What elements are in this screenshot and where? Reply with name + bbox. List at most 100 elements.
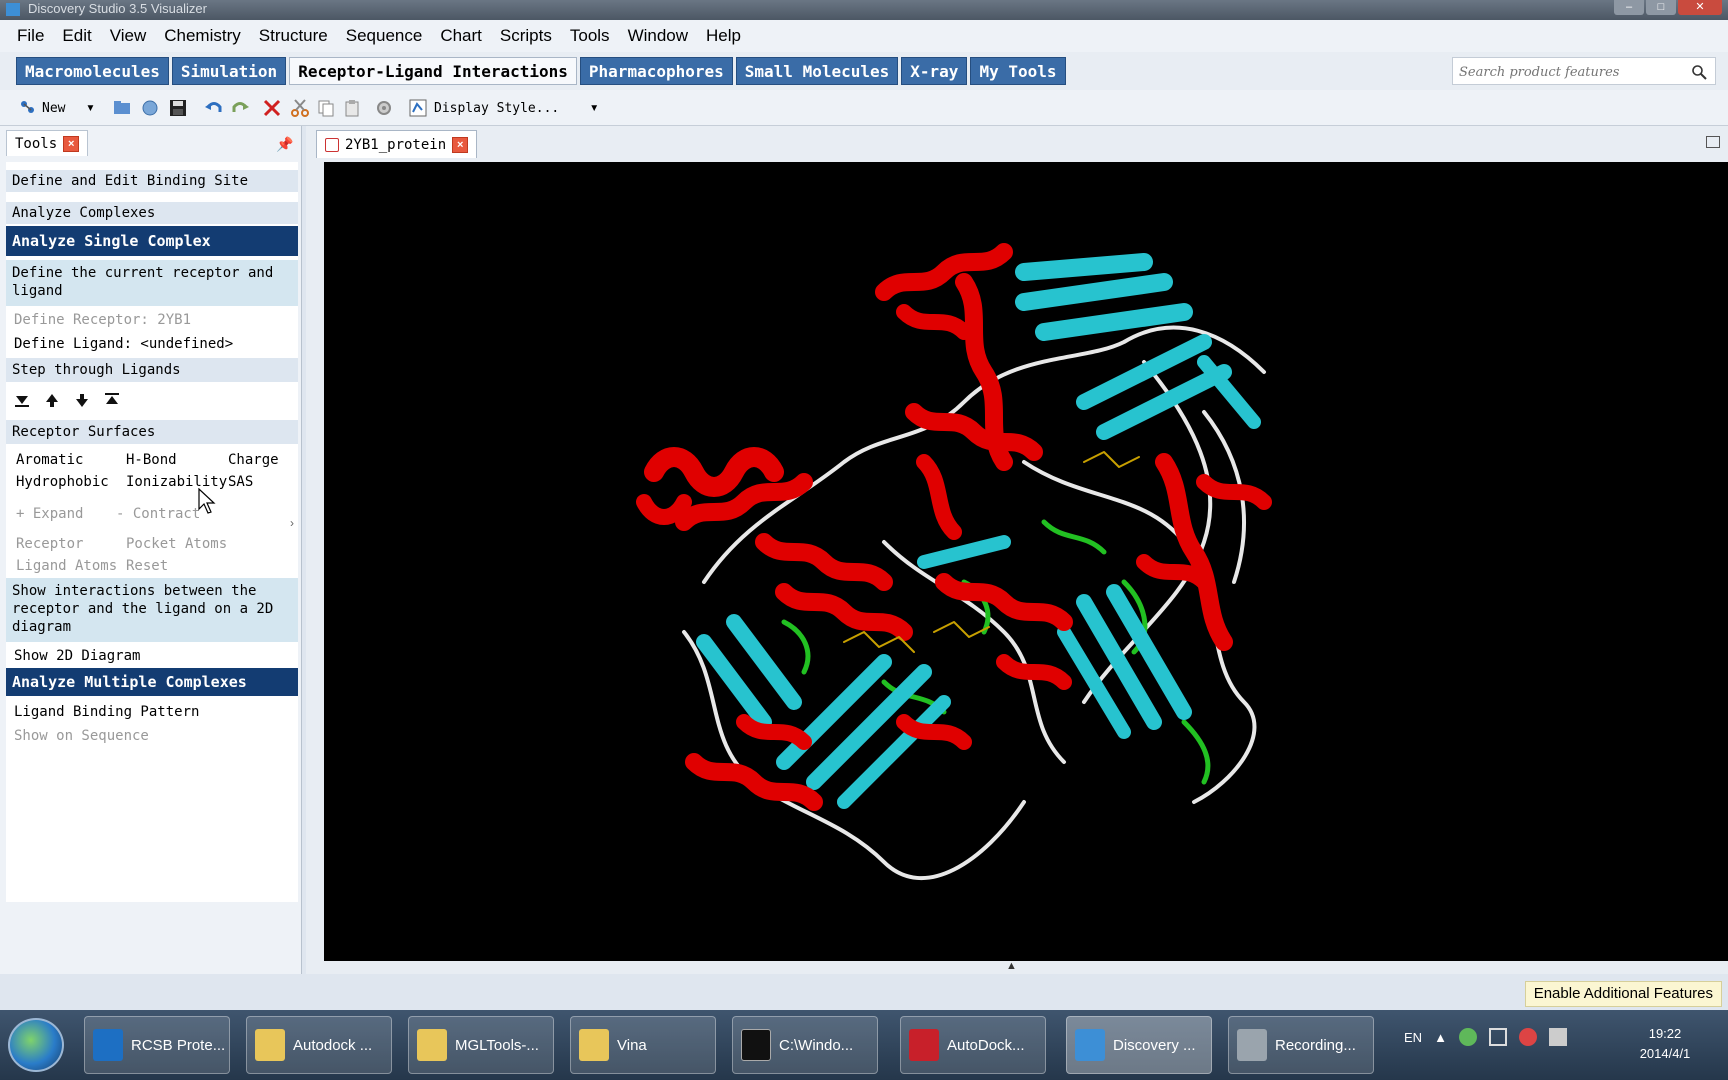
notification-icon[interactable] — [1518, 1028, 1537, 1046]
menu-tools[interactable]: Tools — [561, 20, 619, 52]
menu-structure[interactable]: Structure — [250, 20, 337, 52]
show-2d-diagram-link[interactable]: Show 2D Diagram — [14, 648, 140, 664]
menu-chart[interactable]: Chart — [431, 20, 491, 52]
taskbar-item-rcsb[interactable]: RCSB Prote... — [84, 1016, 230, 1074]
surface-h-bond[interactable]: H-Bond — [126, 452, 177, 468]
search-icon[interactable] — [1691, 64, 1707, 80]
ligand-binding-pattern-link[interactable]: Ligand Binding Pattern — [14, 704, 199, 720]
search-input[interactable] — [1459, 62, 1679, 82]
menu-view[interactable]: View — [101, 20, 156, 52]
folder-icon — [417, 1029, 447, 1061]
copy-icon — [318, 100, 334, 117]
tab-receptor-ligand-interactions[interactable]: Receptor-Ligand Interactions — [289, 57, 577, 85]
menu-sequence[interactable]: Sequence — [337, 20, 432, 52]
paste-icon — [345, 100, 359, 117]
copy-button[interactable] — [316, 97, 336, 119]
pocket-atoms-button[interactable]: Pocket Atoms — [126, 536, 227, 552]
chevron-down-icon[interactable]: ▼ — [589, 103, 599, 114]
menu-edit[interactable]: Edit — [53, 20, 100, 52]
header-analyze-single-complex[interactable]: Analyze Single Complex — [6, 226, 298, 256]
panel-splitter-arrow-icon[interactable]: › — [290, 516, 294, 530]
surface-sas[interactable]: SAS — [228, 474, 253, 490]
taskbar-clock[interactable]: 19:22 2014/4/1 — [1620, 1024, 1710, 1064]
first-ligand-icon[interactable] — [14, 392, 30, 408]
close-icon[interactable]: × — [63, 135, 80, 152]
tab-tools[interactable]: Tools × — [6, 130, 89, 156]
undo-button[interactable] — [204, 97, 224, 119]
minimize-button[interactable]: – — [1614, 0, 1644, 15]
tab-my-tools[interactable]: My Tools — [970, 57, 1066, 85]
tab-x-ray[interactable]: X-ray — [901, 57, 968, 85]
language-indicator[interactable]: EN — [1404, 1030, 1422, 1045]
close-icon[interactable]: × — [452, 136, 469, 153]
properties-button[interactable] — [374, 97, 394, 119]
expand-button[interactable]: + Expand — [16, 506, 83, 522]
open-button[interactable] — [112, 97, 132, 119]
last-ligand-icon[interactable] — [104, 392, 120, 408]
cut-button[interactable] — [290, 97, 310, 119]
pin-icon[interactable]: 📌 — [276, 136, 293, 153]
menu-chemistry[interactable]: Chemistry — [155, 20, 250, 52]
gear-icon — [377, 101, 391, 115]
taskbar-item-cmd[interactable]: C:\Windo... — [732, 1016, 878, 1074]
ligand-atoms-button[interactable]: Ligand Atoms — [16, 558, 117, 574]
taskbar-item-mgltools[interactable]: MGLTools-... — [408, 1016, 554, 1074]
tab-macromolecules[interactable]: Macromolecules — [16, 57, 169, 85]
menu-file[interactable]: File — [8, 20, 53, 52]
delete-icon — [263, 99, 281, 117]
section-define-edit-binding-site[interactable]: Define and Edit Binding Site — [6, 170, 298, 192]
show-on-sequence-link[interactable]: Show on Sequence — [14, 728, 149, 744]
section-receptor-surfaces: Receptor Surfaces — [6, 420, 298, 444]
tab-simulation[interactable]: Simulation — [171, 57, 287, 85]
start-button[interactable] — [8, 1018, 64, 1072]
window-title: Discovery Studio 3.5 Visualizer — [28, 1, 207, 16]
3d-molecule-viewport[interactable] — [324, 162, 1728, 961]
surface-aromatic[interactable]: Aromatic — [16, 452, 83, 468]
chevron-down-icon[interactable]: ▼ — [85, 103, 95, 114]
display-style-button[interactable]: Display Style... ▼ — [408, 97, 599, 119]
document-tab-label: 2YB1_protein — [345, 136, 447, 153]
reset-button[interactable]: Reset — [126, 558, 168, 574]
paste-button[interactable] — [342, 97, 362, 119]
tab-pharmacophores[interactable]: Pharmacophores — [579, 57, 733, 85]
open-url-button[interactable] — [140, 97, 160, 119]
menu-window[interactable]: Window — [619, 20, 697, 52]
taskbar-item-discovery-studio[interactable]: Discovery ... — [1066, 1016, 1212, 1074]
main-toolbar: New ▼ Display Style... ▼ — [0, 90, 1728, 126]
new-button[interactable]: New ▼ — [18, 97, 95, 119]
tab-2yb1-protein[interactable]: 2YB1_protein × — [316, 130, 478, 158]
show-hidden-icons-icon[interactable]: ▲ — [1434, 1030, 1447, 1045]
close-button[interactable]: ✕ — [1678, 0, 1722, 15]
expand-bottom-panel-arrow-icon[interactable]: ▲ — [1006, 960, 1017, 972]
taskbar-item-recording[interactable]: Recording... — [1228, 1016, 1374, 1074]
previous-ligand-icon[interactable] — [44, 392, 60, 408]
menu-scripts[interactable]: Scripts — [491, 20, 561, 52]
define-receptor-link[interactable]: Define Receptor: 2YB1 — [14, 312, 191, 328]
section-analyze-complexes[interactable]: Analyze Complexes — [6, 202, 298, 224]
restore-window-icon[interactable] — [1706, 136, 1720, 148]
display-style-icon — [409, 99, 427, 117]
maximize-button[interactable]: □ — [1646, 0, 1676, 15]
action-center-icon[interactable] — [1488, 1028, 1507, 1046]
redo-button[interactable] — [230, 97, 250, 119]
new-molecule-icon — [21, 101, 34, 113]
taskbar-item-autodock-folder[interactable]: Autodock ... — [246, 1016, 392, 1074]
surface-charge[interactable]: Charge — [228, 452, 279, 468]
taskbar-item-vina[interactable]: Vina — [570, 1016, 716, 1074]
save-button[interactable] — [168, 97, 188, 119]
contract-button[interactable]: - Contract — [116, 506, 200, 522]
define-ligand-link[interactable]: Define Ligand: <undefined> — [14, 336, 233, 352]
header-analyze-multiple-complexes[interactable]: Analyze Multiple Complexes — [6, 668, 298, 696]
enable-additional-features-button[interactable]: Enable Additional Features — [1524, 981, 1722, 1007]
title-bar: Discovery Studio 3.5 Visualizer – □ ✕ — [0, 0, 1728, 20]
next-ligand-icon[interactable] — [74, 392, 90, 408]
surface-hydrophobic[interactable]: Hydrophobic — [16, 474, 109, 490]
menu-help[interactable]: Help — [697, 20, 750, 52]
clock-time: 19:22 — [1648, 1026, 1682, 1041]
taskbar-item-autodock[interactable]: AutoDock... — [900, 1016, 1046, 1074]
volume-icon[interactable] — [1548, 1028, 1567, 1046]
receptor-button[interactable]: Receptor — [16, 536, 83, 552]
tab-small-molecules[interactable]: Small Molecules — [735, 57, 899, 85]
delete-button[interactable] — [262, 97, 282, 119]
network-icon[interactable] — [1458, 1028, 1477, 1046]
